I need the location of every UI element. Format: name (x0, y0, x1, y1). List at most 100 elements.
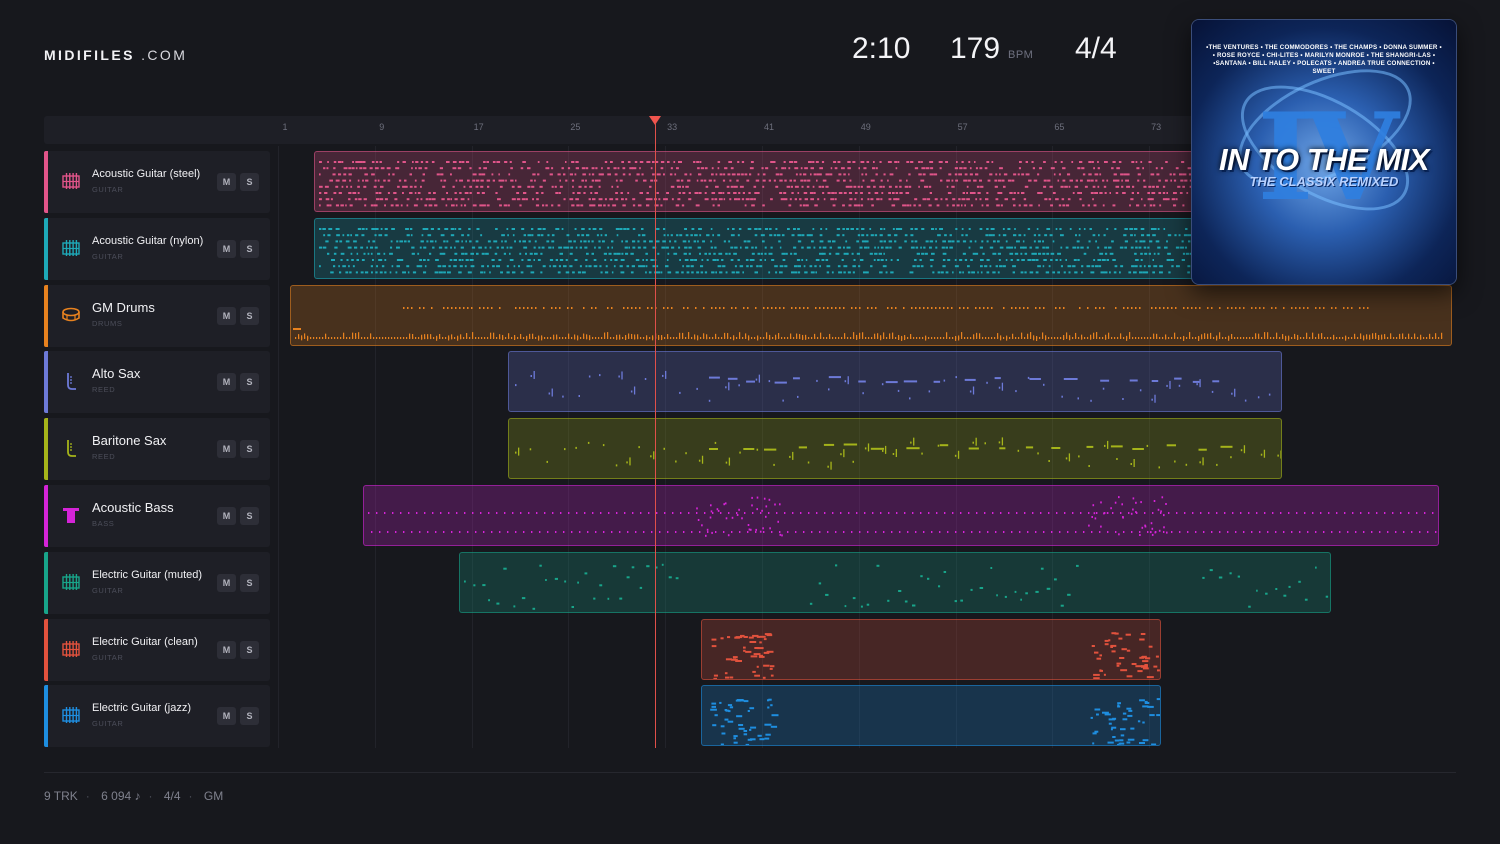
mute-button[interactable]: M (217, 440, 236, 459)
sax-icon (62, 439, 80, 458)
midi-clip[interactable] (314, 217, 1331, 279)
midi-clip[interactable] (459, 551, 1331, 613)
ruler-bar-label: 9 (379, 122, 385, 132)
midi-clip[interactable] (290, 284, 1452, 346)
time-display: 2:10 (852, 32, 911, 65)
solo-button[interactable]: S (240, 573, 259, 592)
track-category: GUITAR (92, 719, 124, 729)
track-category: DRUMS (92, 318, 123, 328)
track-category: REED (92, 385, 116, 395)
guitar-grid-icon (62, 706, 80, 724)
mute-button[interactable]: M (217, 173, 236, 191)
track-category: GUITAR (92, 185, 124, 194)
track-header[interactable]: GM Drums DRUMS M S (44, 284, 270, 347)
drum-icon (62, 306, 80, 324)
solo-button[interactable]: S (240, 707, 259, 726)
solo-button[interactable]: S (240, 173, 259, 191)
track-header[interactable]: Acoustic Guitar (nylon) GUITAR M S (44, 217, 270, 280)
ruler-bar-label: 41 (763, 122, 775, 132)
track-header[interactable]: Baritone Sax REED M S (44, 418, 270, 481)
album-artists-line: •SANTANA • BILL HALEY • POLECATS • ANDRE… (1213, 60, 1435, 75)
album-artists-line: • ROSE ROYCE • CHI-LITES • MARILYN MONRO… (1212, 52, 1436, 59)
ruler-bar-label: 65 (1054, 122, 1065, 132)
track-category: GUITAR (92, 585, 124, 595)
track-category: GUITAR (92, 652, 124, 662)
note-count: 6 094 ♪ (101, 789, 141, 803)
mute-button[interactable]: M (217, 373, 236, 392)
midi-clip[interactable] (507, 418, 1283, 480)
track-header[interactable]: Electric Guitar (clean) GUITAR M S (44, 618, 270, 681)
track-name: Acoustic Guitar (steel) (92, 168, 201, 180)
guitar-grid-icon (62, 573, 80, 591)
track-name: Electric Guitar (jazz) (92, 702, 192, 715)
track-name: Acoustic Guitar (nylon) (92, 234, 204, 247)
track-header[interactable]: Electric Guitar (jazz) GUITAR M S (44, 685, 270, 748)
midi-clip[interactable] (701, 618, 1162, 680)
solo-button[interactable]: S (240, 373, 259, 392)
track-color-stripe (44, 284, 48, 347)
track-color-stripe (44, 551, 48, 614)
ruler-bar-label: 49 (860, 122, 871, 132)
track-category: REED (92, 452, 116, 462)
solo-button[interactable]: S (240, 640, 259, 659)
ruler-bar-label: 17 (473, 122, 484, 132)
track-header[interactable]: Electric Guitar (muted) GUITAR M S (44, 551, 270, 614)
track-color-stripe (44, 418, 48, 481)
album-cover: •THE VENTURES • THE COMMODORES • THE CHA… (1191, 19, 1457, 285)
grid-line (278, 146, 279, 748)
solo-button[interactable]: S (240, 306, 259, 325)
guitar-grid-icon (62, 239, 80, 257)
mute-button[interactable]: M (217, 306, 236, 325)
track-color-stripe (44, 618, 48, 681)
bass-icon (62, 506, 80, 524)
footer-meter: 4/4 (163, 789, 181, 803)
midi-clip[interactable] (507, 351, 1283, 413)
ruler-bar-label: 57 (957, 122, 968, 132)
track-category: GUITAR (92, 251, 124, 261)
mute-button[interactable]: M (217, 573, 236, 592)
album-title: IN TO THE MIX (1219, 142, 1429, 177)
track-color-stripe (44, 485, 48, 547)
guitar-grid-icon (62, 640, 80, 658)
mute-button[interactable]: M (217, 507, 236, 525)
brand-name-bold: MIDIFILES (44, 47, 135, 63)
solo-button[interactable]: S (240, 507, 259, 525)
midi-standard: GM (203, 789, 224, 803)
solo-button[interactable]: S (240, 440, 259, 459)
album-artist-list: •THE VENTURES • THE COMMODORES • THE CHA… (1202, 44, 1446, 76)
midi-clip[interactable] (362, 485, 1440, 546)
ruler-bar-label: 73 (1151, 122, 1162, 132)
guitar-grid-icon (62, 172, 80, 190)
track-count: 9 TRK (44, 789, 78, 803)
track-header[interactable]: Acoustic Guitar (steel) GUITAR M S (44, 151, 270, 213)
playhead[interactable] (655, 124, 656, 748)
solo-button[interactable]: S (240, 239, 259, 258)
album-artists-line: •THE VENTURES • THE COMMODORES • THE CHA… (1206, 44, 1442, 51)
track-name: Alto Sax (92, 366, 141, 382)
footer-divider (44, 772, 1456, 773)
meter-display: 4/4 (1075, 32, 1117, 65)
track-category: BASS (92, 519, 115, 528)
mute-button[interactable]: M (217, 239, 236, 258)
footer-stats: 9 TRK · 6 094 ♪ · 4/4 · GM (44, 789, 224, 803)
midi-clip[interactable] (314, 151, 1331, 212)
track-header[interactable]: Alto Sax REED M S (44, 351, 270, 414)
track-color-stripe (44, 151, 48, 213)
track-name: GM Drums (92, 299, 155, 315)
brand-name-light: .COM (141, 47, 188, 63)
brand-logo[interactable]: MIDIFILES .COM (44, 47, 187, 63)
track-header[interactable]: Acoustic Bass BASS M S (44, 485, 270, 547)
sax-icon (62, 372, 80, 391)
track-name: Baritone Sax (92, 433, 167, 449)
track-name: Acoustic Bass (92, 500, 174, 515)
track-color-stripe (44, 217, 48, 280)
midi-clip[interactable] (701, 685, 1162, 747)
album-subtitle: THE CLASSIX REMIXED (1249, 174, 1399, 189)
mute-button[interactable]: M (217, 707, 236, 726)
track-color-stripe (44, 685, 48, 748)
mute-button[interactable]: M (217, 640, 236, 659)
bpm-display: 179 (950, 32, 1001, 65)
track-color-stripe (44, 351, 48, 414)
ruler-bar-label: 33 (667, 122, 678, 132)
ruler-bar-label: 25 (570, 122, 581, 132)
